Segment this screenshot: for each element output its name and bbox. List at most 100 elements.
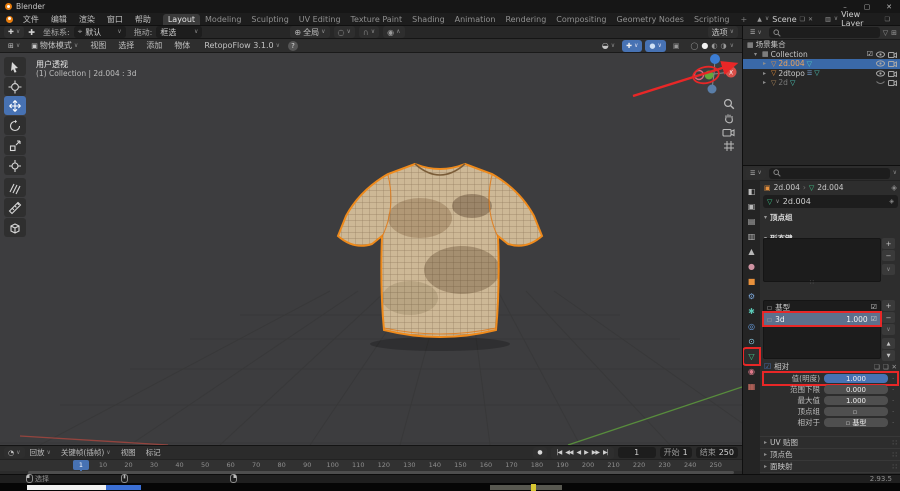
tool-move[interactable] <box>4 96 26 115</box>
copy-view-layer-icon[interactable]: ❏ <box>885 16 890 23</box>
current-frame-badge[interactable]: 1 <box>73 460 89 470</box>
copy-scene-icon[interactable]: ❏ <box>800 16 805 23</box>
properties-tab-physics[interactable]: ◎ <box>744 319 759 334</box>
menu-item-3[interactable]: 窗口 <box>101 14 129 25</box>
scene-selector[interactable]: ▲ ∨ Scene ❏ ✕ <box>753 13 817 25</box>
clear-shape-keys-icon[interactable]: ✕ <box>892 363 897 371</box>
expander-icon[interactable]: ▸ <box>763 79 769 86</box>
eye-open-icon[interactable] <box>876 70 885 77</box>
tool-select-box[interactable] <box>4 57 26 76</box>
properties-tab-constraints[interactable]: ⊙ <box>744 334 759 349</box>
object-visibility-dropdown[interactable]: ◒ ∨ <box>598 40 619 52</box>
viewport-menu-item-3[interactable]: 物体 <box>168 40 196 51</box>
orthographic-toggle-icon[interactable] <box>720 140 737 152</box>
menu-item-1[interactable]: 编辑 <box>45 14 73 25</box>
active-tool-dropdown[interactable]: ✚ ∨ <box>4 26 24 38</box>
tool-cursor[interactable] <box>4 77 26 96</box>
workspace-tab-geometry-nodes[interactable]: Geometry Nodes <box>611 14 688 25</box>
workspace-tab-uv-editing[interactable]: UV Editing <box>294 14 346 25</box>
animate-property-dot[interactable]: · <box>892 386 894 394</box>
properties-tab-object-data[interactable]: ▽ <box>744 349 759 364</box>
animate-property-dot[interactable]: · <box>892 408 894 416</box>
workspace-tab-animation[interactable]: Animation <box>450 14 501 25</box>
xray-toggle[interactable]: ▣ <box>669 40 684 52</box>
timeline-menu-item-0[interactable]: 回放 ∨ <box>25 447 56 458</box>
properties-tab-texture[interactable]: ▦ <box>744 379 759 394</box>
camera-view-icon[interactable] <box>720 126 737 138</box>
shape-key-checkbox[interactable]: ☑ <box>871 303 877 311</box>
properties-tab-output[interactable]: ▤ <box>744 214 759 229</box>
help-icon[interactable]: ? <box>288 41 298 51</box>
tool-transform[interactable] <box>4 156 26 175</box>
mode-dropdown[interactable]: ▣ 物体模式 ∨ <box>27 40 82 52</box>
tool-annotate[interactable] <box>4 178 26 197</box>
zoom-view-icon[interactable] <box>720 98 737 110</box>
delete-scene-icon[interactable]: ✕ <box>808 16 813 23</box>
camera-render-icon[interactable] <box>888 79 897 86</box>
outliner-display-mode-dropdown[interactable]: ☰ ∨ <box>746 27 766 38</box>
frame-end-field[interactable]: 结束 250 <box>696 447 738 458</box>
workspace-tab-texture-paint[interactable]: Texture Paint <box>346 14 408 25</box>
tool-scale[interactable] <box>4 136 26 155</box>
eye-open-icon[interactable] <box>876 51 885 58</box>
animate-property-dot[interactable]: · <box>892 375 894 383</box>
gizmos-toggle[interactable]: ✚ ∨ <box>622 40 642 52</box>
proportional-edit-toggle[interactable]: ◉ ∧ <box>383 26 404 38</box>
frame-ruler[interactable]: 1020304050607080901001101201301401501601… <box>0 459 742 471</box>
view-layer-selector[interactable]: ▥ ∨ View Layer ❏ <box>821 13 894 25</box>
resize-grip[interactable]: ∷ <box>810 279 814 286</box>
overlays-toggle[interactable]: ● ∨ <box>645 40 666 52</box>
shading-solid-button[interactable]: ● <box>701 41 708 50</box>
auto-keying-record-button[interactable]: ● <box>533 447 546 458</box>
add-vertex-group-button[interactable]: + <box>882 238 895 249</box>
tool-measure[interactable] <box>4 198 26 217</box>
viewport-menu-item-2[interactable]: 添加 <box>140 40 168 51</box>
relative-checkbox[interactable]: ☑ <box>764 362 771 371</box>
outliner-search-input[interactable] <box>769 27 880 38</box>
properties-tab-render[interactable]: ▣ <box>744 199 759 214</box>
viewport-3d[interactable]: 用户透视 (1) Collection | 2d.004 : 3d X <box>0 53 742 445</box>
pan-view-icon[interactable] <box>720 112 737 124</box>
gizmo-neg-x-axis[interactable] <box>695 71 704 80</box>
workspace-tab-scripting[interactable]: Scripting <box>689 14 735 25</box>
viewport-menu-item-0[interactable]: 视图 <box>84 40 112 51</box>
camera-render-icon[interactable] <box>888 51 897 58</box>
workspace-tab-compositing[interactable]: Compositing <box>551 14 611 25</box>
timeline-menu-item-3[interactable]: 标记 <box>141 447 166 458</box>
properties-tab-modifiers[interactable]: ⚙ <box>744 289 759 304</box>
workspace-tab-sculpting[interactable]: Sculpting <box>246 14 293 25</box>
editor-type-dropdown[interactable]: ⊞ ∨ <box>4 40 24 52</box>
properties-tab-object[interactable]: ■ <box>744 274 759 289</box>
outliner-scene-collection[interactable]: ▦ 场景集合 <box>743 40 900 50</box>
workspace-tab-layout[interactable]: Layout <box>163 14 200 25</box>
transform-orientation-dropdown[interactable]: ⊕ 全局 ∨ <box>290 26 329 38</box>
move-shape-key-down-button[interactable]: ▼ <box>882 350 895 361</box>
gizmo-neg-z-axis[interactable] <box>708 85 717 94</box>
fake-user-icon[interactable]: ◈ <box>889 198 894 205</box>
timeline-menu-item-1[interactable]: 关键帧(插帧) ∨ <box>56 447 116 458</box>
drag-select[interactable]: 框选 ∨ <box>156 26 202 38</box>
outliner-item-2d-004[interactable]: ▸ ▽ 2d.004 ▽ <box>743 59 900 69</box>
pin-icon[interactable]: ◈ <box>891 183 897 192</box>
shape-key-edit-mode-icon[interactable]: ❏ <box>874 363 880 371</box>
expander-icon[interactable]: ▸ <box>763 60 769 67</box>
shading-material-button[interactable]: ◐ <box>711 42 717 50</box>
snap-toggle[interactable]: ∩ ∨ <box>359 26 379 38</box>
vertex-groups-list[interactable] <box>763 238 881 282</box>
camera-render-icon[interactable] <box>888 60 897 67</box>
frame-start-field[interactable]: 开始 1 <box>660 447 692 458</box>
current-frame-field[interactable]: 1 <box>618 447 656 458</box>
timeline-editor-dropdown[interactable]: ◔ ∨ <box>4 447 25 458</box>
section-item-2[interactable]: ▸ 面映射 ∷ <box>760 460 900 472</box>
gizmo-y-axis[interactable] <box>705 71 714 80</box>
tool-add-cube[interactable] <box>4 218 26 237</box>
shape-key-specials-button[interactable]: ∨ <box>882 324 895 335</box>
expander-icon[interactable]: ▾ <box>754 51 760 58</box>
retopoflow-menu[interactable]: RetopoFlow 3.1.0 ∨ <box>200 40 284 52</box>
vertex-group-specials-button[interactable]: ∨ <box>882 264 895 275</box>
outliner-item-2dtopo[interactable]: ▸ ▽ 2dtopo ☰ ▽ <box>743 69 900 79</box>
options-dropdown[interactable]: 选项 ∨ <box>708 26 738 38</box>
eye-open-icon[interactable] <box>876 60 885 67</box>
shape-key-3d[interactable]: ▫ 3d 1.000 ☑ <box>764 313 880 325</box>
menu-item-4[interactable]: 帮助 <box>129 14 157 25</box>
